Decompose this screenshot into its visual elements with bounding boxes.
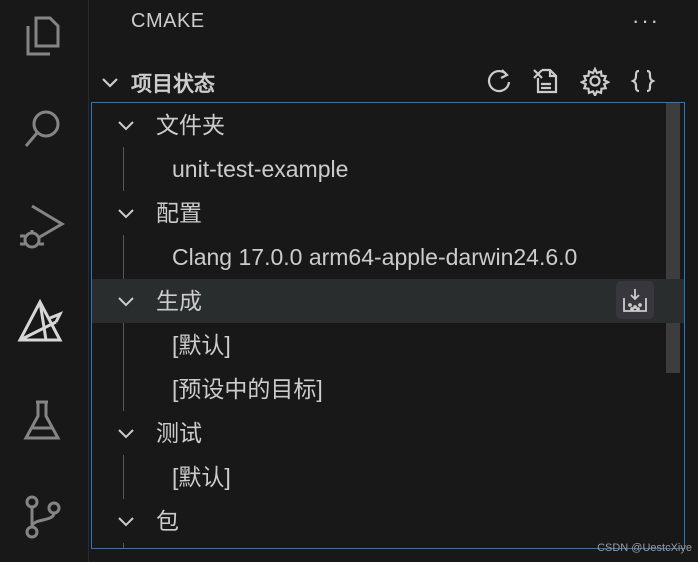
tree-item-test-default[interactable]: [默认] [92,455,684,499]
tree-item-test[interactable]: 测试 [92,411,684,455]
settings-gear-icon[interactable] [578,64,612,98]
chevron-down-icon [118,209,134,219]
tree-item-label: [默认] [172,464,231,490]
tree-item-build-preset-targets[interactable]: [预设中的目标] [92,367,684,411]
section-header-project-status[interactable]: 项目状态 [89,62,698,100]
tree-item-label: 包 [156,508,179,534]
tree-item-configure[interactable]: 配置 [92,191,684,235]
tree-item-label: [默认] [172,332,231,358]
chevron-down-icon [118,517,134,527]
run-debug-icon[interactable] [14,198,70,254]
chevron-down-icon [118,429,134,439]
chevron-down-icon [102,78,118,88]
testing-flask-icon[interactable] [14,392,70,448]
tree-item-label: [预设中的目标] [172,376,323,402]
project-status-tree: 文件夹 unit-test-example 配置 Clang 17.0.0 ar… [91,102,685,549]
more-actions-button[interactable]: ··· [632,8,660,34]
tree-item-package[interactable]: 包 [92,499,684,543]
indent-guide [123,543,124,548]
files-icon[interactable] [14,8,70,64]
cmake-icon[interactable] [14,294,70,350]
section-actions [482,64,660,98]
delete-cache-icon[interactable] [530,64,564,98]
search-icon[interactable] [14,100,70,156]
tree-item-label: 生成 [156,288,202,314]
watermark: CSDN @UestcXiye [597,542,692,554]
tree-item-label: 文件夹 [156,112,225,138]
tree-item-kit[interactable]: Clang 17.0.0 arm64-apple-darwin24.6.0 [92,235,684,279]
source-control-icon[interactable] [14,488,70,544]
braces-icon[interactable] [626,64,660,98]
tree-item-build-default[interactable]: [默认] [92,323,684,367]
tree-item-label: 配置 [156,200,202,226]
build-icon[interactable] [616,281,654,319]
view-title: CMAKE [131,10,205,32]
tree-item-build[interactable]: 生成 [92,279,684,323]
chevron-down-icon [118,297,134,307]
chevron-down-icon [118,121,134,131]
tree-item-label: 测试 [156,420,202,446]
tree-item-folder[interactable]: 文件夹 [92,103,684,147]
tree-item-label: unit-test-example [172,156,349,182]
tree-item-folder-value[interactable]: unit-test-example [92,147,684,191]
activity-bar [0,0,89,562]
section-title: 项目状态 [131,73,215,96]
refresh-icon[interactable] [482,64,516,98]
tree-item-label: Clang 17.0.0 arm64-apple-darwin24.6.0 [172,244,578,270]
